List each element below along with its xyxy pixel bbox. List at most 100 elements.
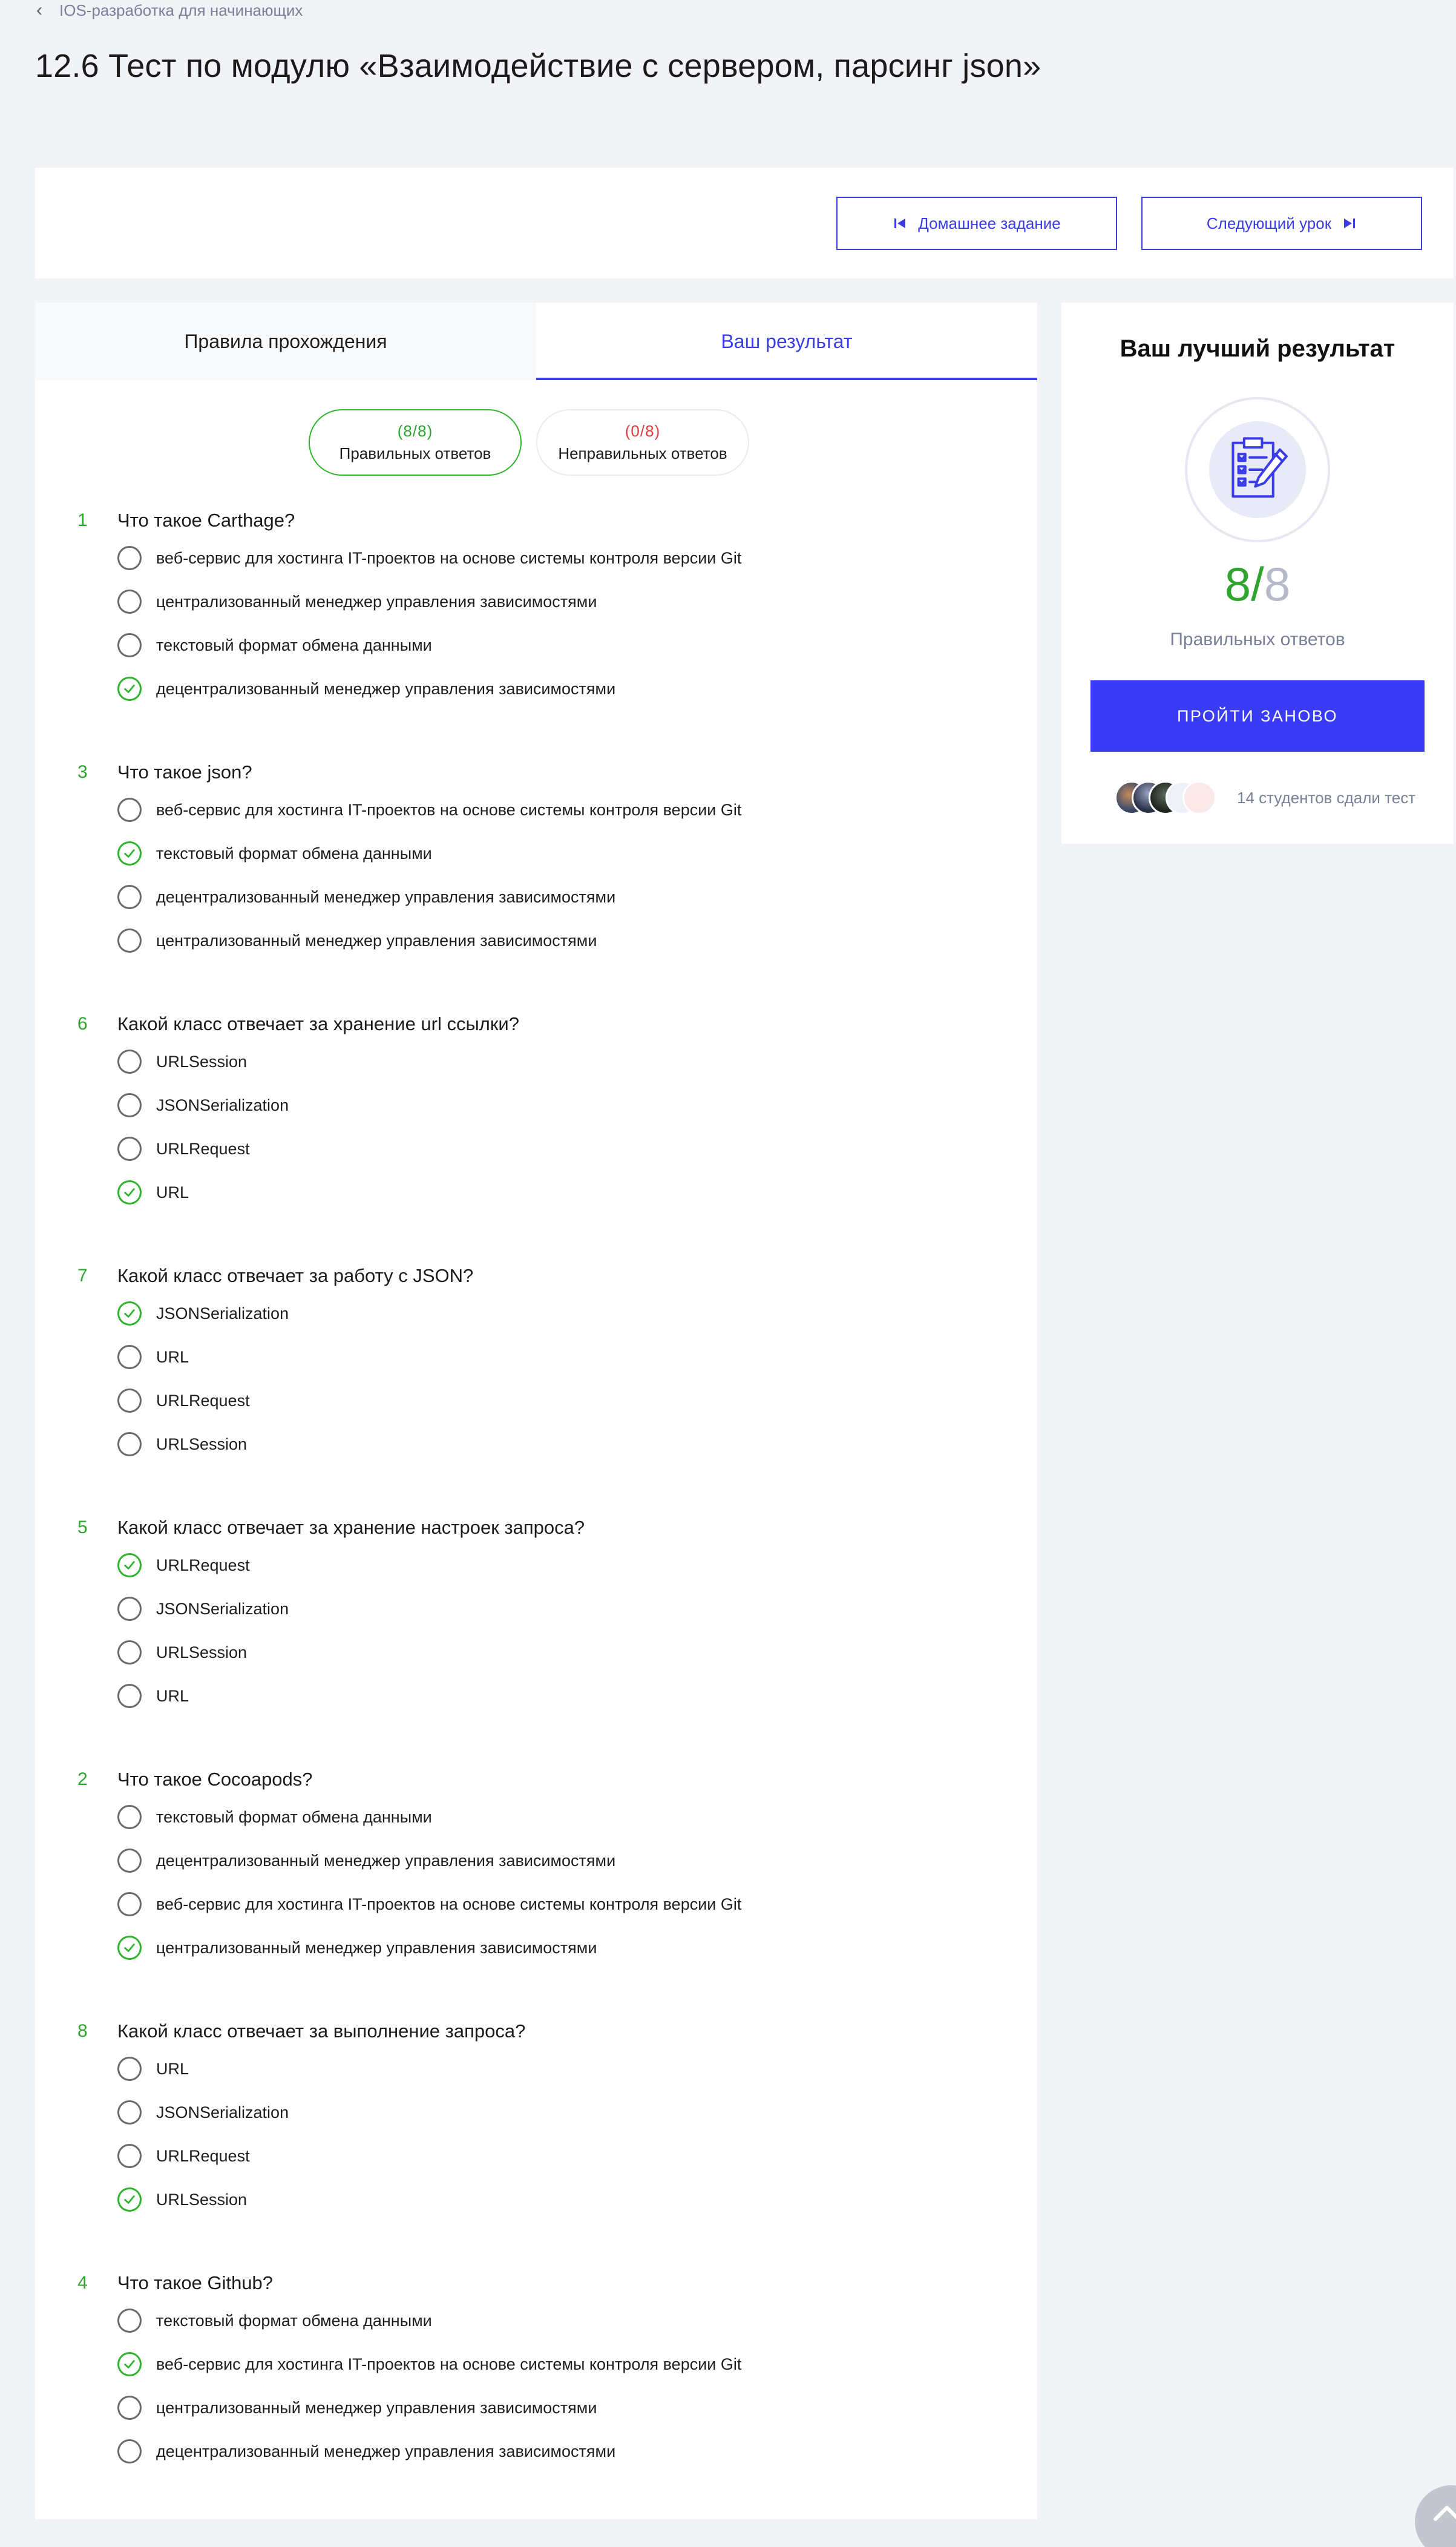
radio-empty-icon[interactable] [117,928,142,953]
answer-option[interactable]: веб-сервис для хостинга IT-проектов на о… [117,1891,741,1918]
answer-option[interactable]: URLSession [117,1639,247,1666]
answer-option[interactable]: URL [117,1683,189,1709]
radio-empty-icon[interactable] [117,1389,142,1413]
radio-empty-icon[interactable] [117,2309,142,2333]
radio-checked-icon[interactable] [117,677,142,701]
retry-test-button[interactable]: ПРОЙТИ ЗАНОВО [1090,680,1425,752]
answer-label: JSONSerialization [156,1599,289,1618]
radio-empty-icon[interactable] [117,1597,142,1621]
radio-empty-icon[interactable] [117,1345,142,1369]
radio-checked-icon[interactable] [117,1936,142,1960]
radio-checked-icon[interactable] [117,1301,142,1326]
answer-option[interactable]: URLRequest [117,1387,250,1414]
wrong-count: (0/8) [625,422,661,440]
radio-empty-icon[interactable] [117,2396,142,2420]
answer-option[interactable]: текстовый формат обмена данными [117,1804,432,1830]
answer-option[interactable]: URL [117,1344,189,1370]
question-text: Какой класс отвечает за работу с JSON? [117,1265,474,1286]
question-number: 3 [77,762,88,782]
answer-option[interactable]: текстовый формат обмена данными [117,2307,432,2334]
answer-label: веб-сервис для хостинга IT-проектов на о… [156,2355,742,2373]
answer-option[interactable]: текстовый формат обмена данными [117,632,432,659]
answer-option[interactable]: децентрализованный менеджер управления з… [117,675,615,702]
radio-empty-icon[interactable] [117,1684,142,1708]
question-number: 8 [77,2021,88,2041]
question-text: Что такое json? [117,761,252,783]
question-number: 2 [77,1769,88,1789]
radio-empty-icon[interactable] [117,885,142,909]
answer-label: децентрализованный менеджер управления з… [156,679,616,698]
tab-rules[interactable]: Правила прохождения [35,303,536,380]
answer-option[interactable]: веб-сервис для хостинга IT-проектов на о… [117,545,741,571]
correct-answers-filter[interactable]: (8/8) Правильных ответов [309,409,522,476]
question-number: 1 [77,510,88,530]
answer-option[interactable]: веб-сервис для хостинга IT-проектов на о… [117,797,741,823]
answer-option[interactable]: JSONSerialization [117,1092,289,1119]
lesson-navigation: Домашнее задание Следующий урок [35,168,1454,278]
answer-option[interactable]: URL [117,2056,189,2082]
answer-label: текстовый формат обмена данными [156,2311,432,2330]
answer-option[interactable]: URLSession [117,1048,247,1075]
radio-empty-icon[interactable] [117,1849,142,1873]
next-lesson-button[interactable]: Следующий урок [1141,197,1422,250]
chevron-up-icon [1434,2506,1456,2521]
homework-button[interactable]: Домашнее задание [836,197,1117,250]
radio-empty-icon[interactable] [117,2057,142,2081]
radio-checked-icon[interactable] [117,2187,142,2212]
chevron-left-icon[interactable]: ‹ [36,1,42,19]
radio-empty-icon[interactable] [117,590,142,614]
radio-empty-icon[interactable] [117,1640,142,1665]
answer-option[interactable]: URLRequest [117,2143,250,2169]
radio-empty-icon[interactable] [117,798,142,822]
radio-checked-icon[interactable] [117,841,142,866]
answer-option[interactable]: URL [117,1179,189,1206]
question-text: Что такое Carthage? [117,510,295,531]
answer-option[interactable]: централизованный менеджер управления зав… [117,2394,597,2421]
radio-empty-icon[interactable] [117,2100,142,2125]
answer-option[interactable]: децентрализованный менеджер управления з… [117,2438,615,2465]
answer-option[interactable]: JSONSerialization [117,1596,289,1622]
breadcrumb[interactable]: ‹ IOS-разработка для начинающих [36,0,303,21]
answer-label: децентрализованный менеджер управления з… [156,1851,616,1870]
avatar [1182,781,1216,815]
wrong-answers-filter[interactable]: (0/8) Неправильных ответов [536,409,749,476]
answer-option[interactable]: URLRequest [117,1552,250,1579]
answer-option[interactable]: централизованный менеджер управления зав… [117,1934,597,1961]
answer-label: URLRequest [156,2146,250,2165]
answer-option[interactable]: URLSession [117,1431,247,1458]
answer-option[interactable]: JSONSerialization [117,1300,289,1327]
answer-label: веб-сервис для хостинга IT-проектов на о… [156,548,742,567]
radio-empty-icon[interactable] [117,1432,142,1456]
answer-label: URLRequest [156,1139,250,1158]
radio-empty-icon[interactable] [117,1093,142,1117]
radio-empty-icon[interactable] [117,2439,142,2463]
radio-checked-icon[interactable] [117,1180,142,1204]
correct-label: Правильных ответов [339,444,491,462]
answer-filters: (8/8) Правильных ответов (0/8) Неправиль… [309,409,749,476]
answer-option[interactable]: веб-сервис для хостинга IT-проектов на о… [117,2351,741,2378]
answer-option[interactable]: текстовый формат обмена данными [117,840,432,867]
answer-label: URLSession [156,1052,248,1071]
radio-empty-icon[interactable] [117,1805,142,1829]
answer-option[interactable]: URLRequest [117,1135,250,1162]
answer-option[interactable]: децентрализованный менеджер управления з… [117,884,615,910]
scroll-to-top-button[interactable] [1415,2485,1456,2547]
radio-empty-icon[interactable] [117,1892,142,1916]
answer-label: текстовый формат обмена данными [156,636,432,654]
answer-label: URLSession [156,2190,248,2209]
breadcrumb-link[interactable]: IOS-разработка для начинающих [59,1,303,20]
radio-checked-icon[interactable] [117,2352,142,2376]
answer-option[interactable]: централизованный менеджер управления зав… [117,588,597,615]
tab-your-result[interactable]: Ваш результат [536,303,1037,380]
radio-empty-icon[interactable] [117,1050,142,1074]
answer-option[interactable]: URLSession [117,2186,247,2213]
answer-option[interactable]: децентрализованный менеджер управления з… [117,1847,615,1874]
radio-empty-icon[interactable] [117,2144,142,2168]
question-text: Что такое Cocoapods? [117,1769,313,1790]
radio-empty-icon[interactable] [117,546,142,570]
radio-empty-icon[interactable] [117,633,142,657]
answer-option[interactable]: централизованный менеджер управления зав… [117,927,597,954]
answer-option[interactable]: JSONSerialization [117,2099,289,2126]
radio-empty-icon[interactable] [117,1137,142,1161]
radio-checked-icon[interactable] [117,1553,142,1577]
